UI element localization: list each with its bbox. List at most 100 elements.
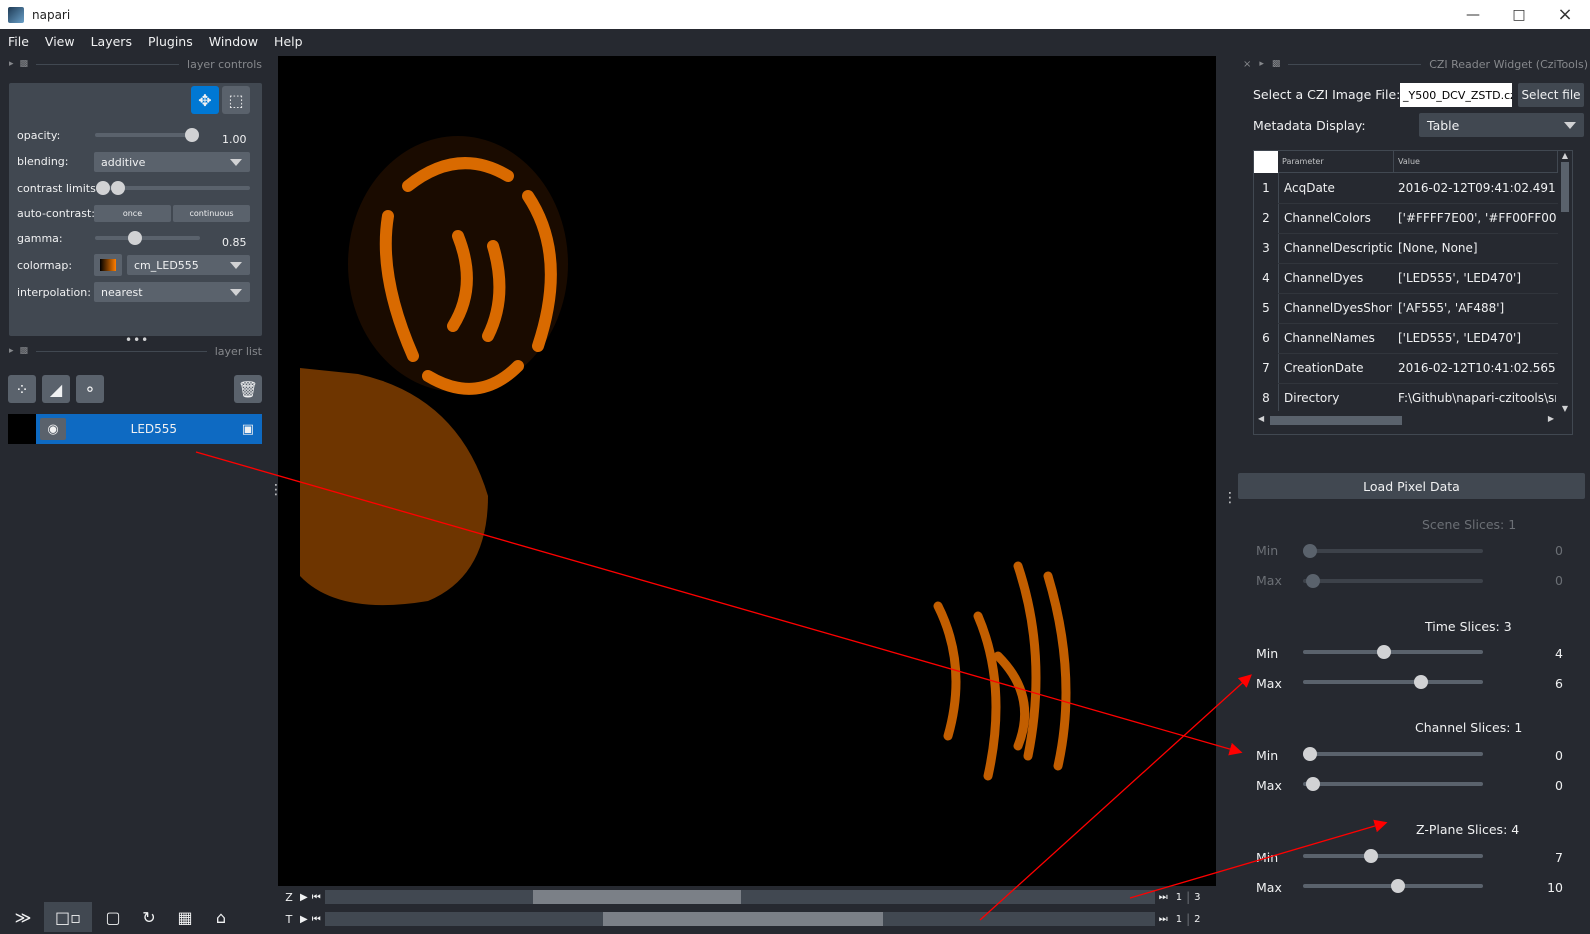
- new-labels-icon[interactable]: ⚬: [76, 375, 104, 403]
- scroll-right-icon[interactable]: ▶: [1548, 414, 1554, 423]
- time-min-handle[interactable]: [1377, 645, 1391, 659]
- close-dock-icon[interactable]: ▩: [20, 346, 29, 356]
- console-icon[interactable]: ≫: [8, 902, 38, 932]
- step-forward-icon[interactable]: ⏭: [1159, 892, 1168, 903]
- colormap-swatch-button[interactable]: [94, 254, 122, 276]
- table-cell-value[interactable]: ['#FFFF7E00', '#FF00FF00']: [1398, 211, 1556, 225]
- delete-layer-icon[interactable]: 🗑: [234, 375, 262, 403]
- menu-file[interactable]: File: [0, 34, 37, 49]
- select-file-button[interactable]: Select file: [1518, 83, 1584, 107]
- pan-zoom-icon[interactable]: ✥: [191, 86, 219, 114]
- right-splitter-handle-icon[interactable]: ⋮: [1223, 490, 1237, 506]
- table-cell-parameter[interactable]: ChannelNames: [1284, 331, 1392, 345]
- channel-max-slider[interactable]: [1303, 782, 1483, 786]
- row-number[interactable]: 1: [1254, 181, 1278, 195]
- column-header-value[interactable]: Value: [1394, 151, 1558, 173]
- opacity-slider[interactable]: [95, 133, 195, 137]
- table-cell-parameter[interactable]: AcqDate: [1284, 181, 1392, 195]
- continuous-button[interactable]: continuous: [173, 205, 250, 222]
- row-number[interactable]: 4: [1254, 271, 1278, 285]
- contrast-max-handle[interactable]: [111, 181, 125, 195]
- home-icon[interactable]: ⌂: [206, 902, 236, 932]
- float-icon[interactable]: ▸: [9, 346, 14, 356]
- roll-dims-icon[interactable]: ▢: [98, 902, 128, 932]
- grid-view-icon[interactable]: ▦: [170, 902, 200, 932]
- row-number[interactable]: 3: [1254, 241, 1278, 255]
- table-cell-value[interactable]: ['AF555', 'AF488']: [1398, 301, 1556, 315]
- table-cell-parameter[interactable]: Directory: [1284, 391, 1392, 405]
- hscroll-thumb[interactable]: [1270, 416, 1402, 425]
- scene-min-slider[interactable]: [1303, 549, 1483, 553]
- layer-row-led555[interactable]: ◉ LED555 ▣: [8, 414, 262, 444]
- scroll-left-icon[interactable]: ◀: [1258, 414, 1264, 423]
- row-number[interactable]: 8: [1254, 391, 1278, 405]
- table-cell-parameter[interactable]: ChannelDyes: [1284, 271, 1392, 285]
- metadata-display-select[interactable]: Table: [1419, 113, 1584, 137]
- channel-min-handle[interactable]: [1303, 747, 1317, 761]
- play-icon[interactable]: ▶: [300, 914, 308, 925]
- interpolation-select[interactable]: nearest: [94, 282, 250, 302]
- channel-max-handle[interactable]: [1306, 777, 1320, 791]
- table-cell-parameter[interactable]: ChannelColors: [1284, 211, 1392, 225]
- new-shapes-icon[interactable]: ◢: [42, 375, 70, 403]
- row-number[interactable]: 5: [1254, 301, 1278, 315]
- file-path-input[interactable]: _Y500_DCV_ZSTD.czi: [1400, 83, 1512, 107]
- play-icon[interactable]: ▶: [300, 892, 308, 903]
- table-cell-parameter[interactable]: CreationDate: [1284, 361, 1392, 375]
- time-max-slider[interactable]: [1303, 680, 1483, 684]
- table-corner[interactable]: [1254, 151, 1278, 173]
- opacity-handle[interactable]: [185, 128, 199, 142]
- image-canvas[interactable]: [278, 56, 1216, 886]
- row-number[interactable]: 7: [1254, 361, 1278, 375]
- zplane-min-slider[interactable]: [1303, 854, 1483, 858]
- eye-icon[interactable]: ◉: [40, 418, 66, 440]
- t-current[interactable]: 1: [1176, 914, 1182, 925]
- gamma-handle[interactable]: [128, 231, 142, 245]
- vertical-scrollbar[interactable]: ▲ ▼: [1558, 151, 1572, 413]
- row-number[interactable]: 2: [1254, 211, 1278, 225]
- channel-min-slider[interactable]: [1303, 752, 1483, 756]
- transform-icon[interactable]: ⬚: [222, 86, 250, 114]
- table-cell-value[interactable]: ['LED555', 'LED470']: [1398, 271, 1556, 285]
- table-cell-parameter[interactable]: ChannelDescriptions: [1284, 241, 1392, 255]
- minimize-icon[interactable]: —: [1450, 0, 1496, 29]
- float-icon[interactable]: ▸: [9, 59, 14, 69]
- z-slider-thumb[interactable]: [532, 890, 741, 904]
- blending-select[interactable]: additive: [94, 152, 250, 172]
- scene-min-handle[interactable]: [1303, 544, 1317, 558]
- table-cell-value[interactable]: [None, None]: [1398, 241, 1556, 255]
- table-cell-value[interactable]: ['LED555', 'LED470']: [1398, 331, 1556, 345]
- table-cell-value[interactable]: F:\Github\napari-czitools\src\: [1398, 391, 1556, 405]
- menu-window[interactable]: Window: [201, 34, 266, 49]
- contrast-min-handle[interactable]: [96, 181, 110, 195]
- maximize-icon[interactable]: □: [1496, 0, 1542, 29]
- gamma-slider[interactable]: [95, 236, 200, 240]
- step-back-icon[interactable]: ⏮: [312, 914, 321, 925]
- scene-max-handle[interactable]: [1306, 574, 1320, 588]
- scroll-up-icon[interactable]: ▲: [1558, 151, 1572, 160]
- time-max-handle[interactable]: [1414, 675, 1428, 689]
- t-slider-thumb[interactable]: [602, 912, 883, 926]
- menu-view[interactable]: View: [37, 34, 83, 49]
- time-min-slider[interactable]: [1303, 650, 1483, 654]
- menu-plugins[interactable]: Plugins: [140, 34, 201, 49]
- table-cell-value[interactable]: 2016-02-12T09:41:02.4915604Z: [1398, 181, 1556, 195]
- close-icon[interactable]: ×: [1542, 0, 1588, 29]
- z-slider-track[interactable]: [324, 890, 1155, 904]
- close-dock-icon[interactable]: ▩: [20, 59, 29, 69]
- table-cell-value[interactable]: 2016-02-12T10:41:02.5655647+: [1398, 361, 1556, 375]
- metadata-table[interactable]: Parameter Value 1 AcqDate 2016-02-12T09:…: [1253, 150, 1573, 435]
- scene-max-slider[interactable]: [1303, 579, 1483, 583]
- scroll-thumb[interactable]: [1561, 162, 1569, 212]
- step-back-icon[interactable]: ⏮: [312, 892, 321, 903]
- column-header-parameter[interactable]: Parameter: [1278, 151, 1394, 173]
- horizontal-scrollbar[interactable]: ◀ ▶: [1254, 413, 1558, 427]
- new-points-icon[interactable]: ⁘: [8, 375, 36, 403]
- ndisplay-toggle-icon[interactable]: □▫: [44, 902, 92, 932]
- t-slider-track[interactable]: [324, 912, 1155, 926]
- menu-help[interactable]: Help: [266, 34, 311, 49]
- once-button[interactable]: once: [94, 205, 171, 222]
- z-current[interactable]: 1: [1176, 892, 1182, 903]
- row-number[interactable]: 6: [1254, 331, 1278, 345]
- load-pixel-data-button[interactable]: Load Pixel Data: [1238, 473, 1585, 499]
